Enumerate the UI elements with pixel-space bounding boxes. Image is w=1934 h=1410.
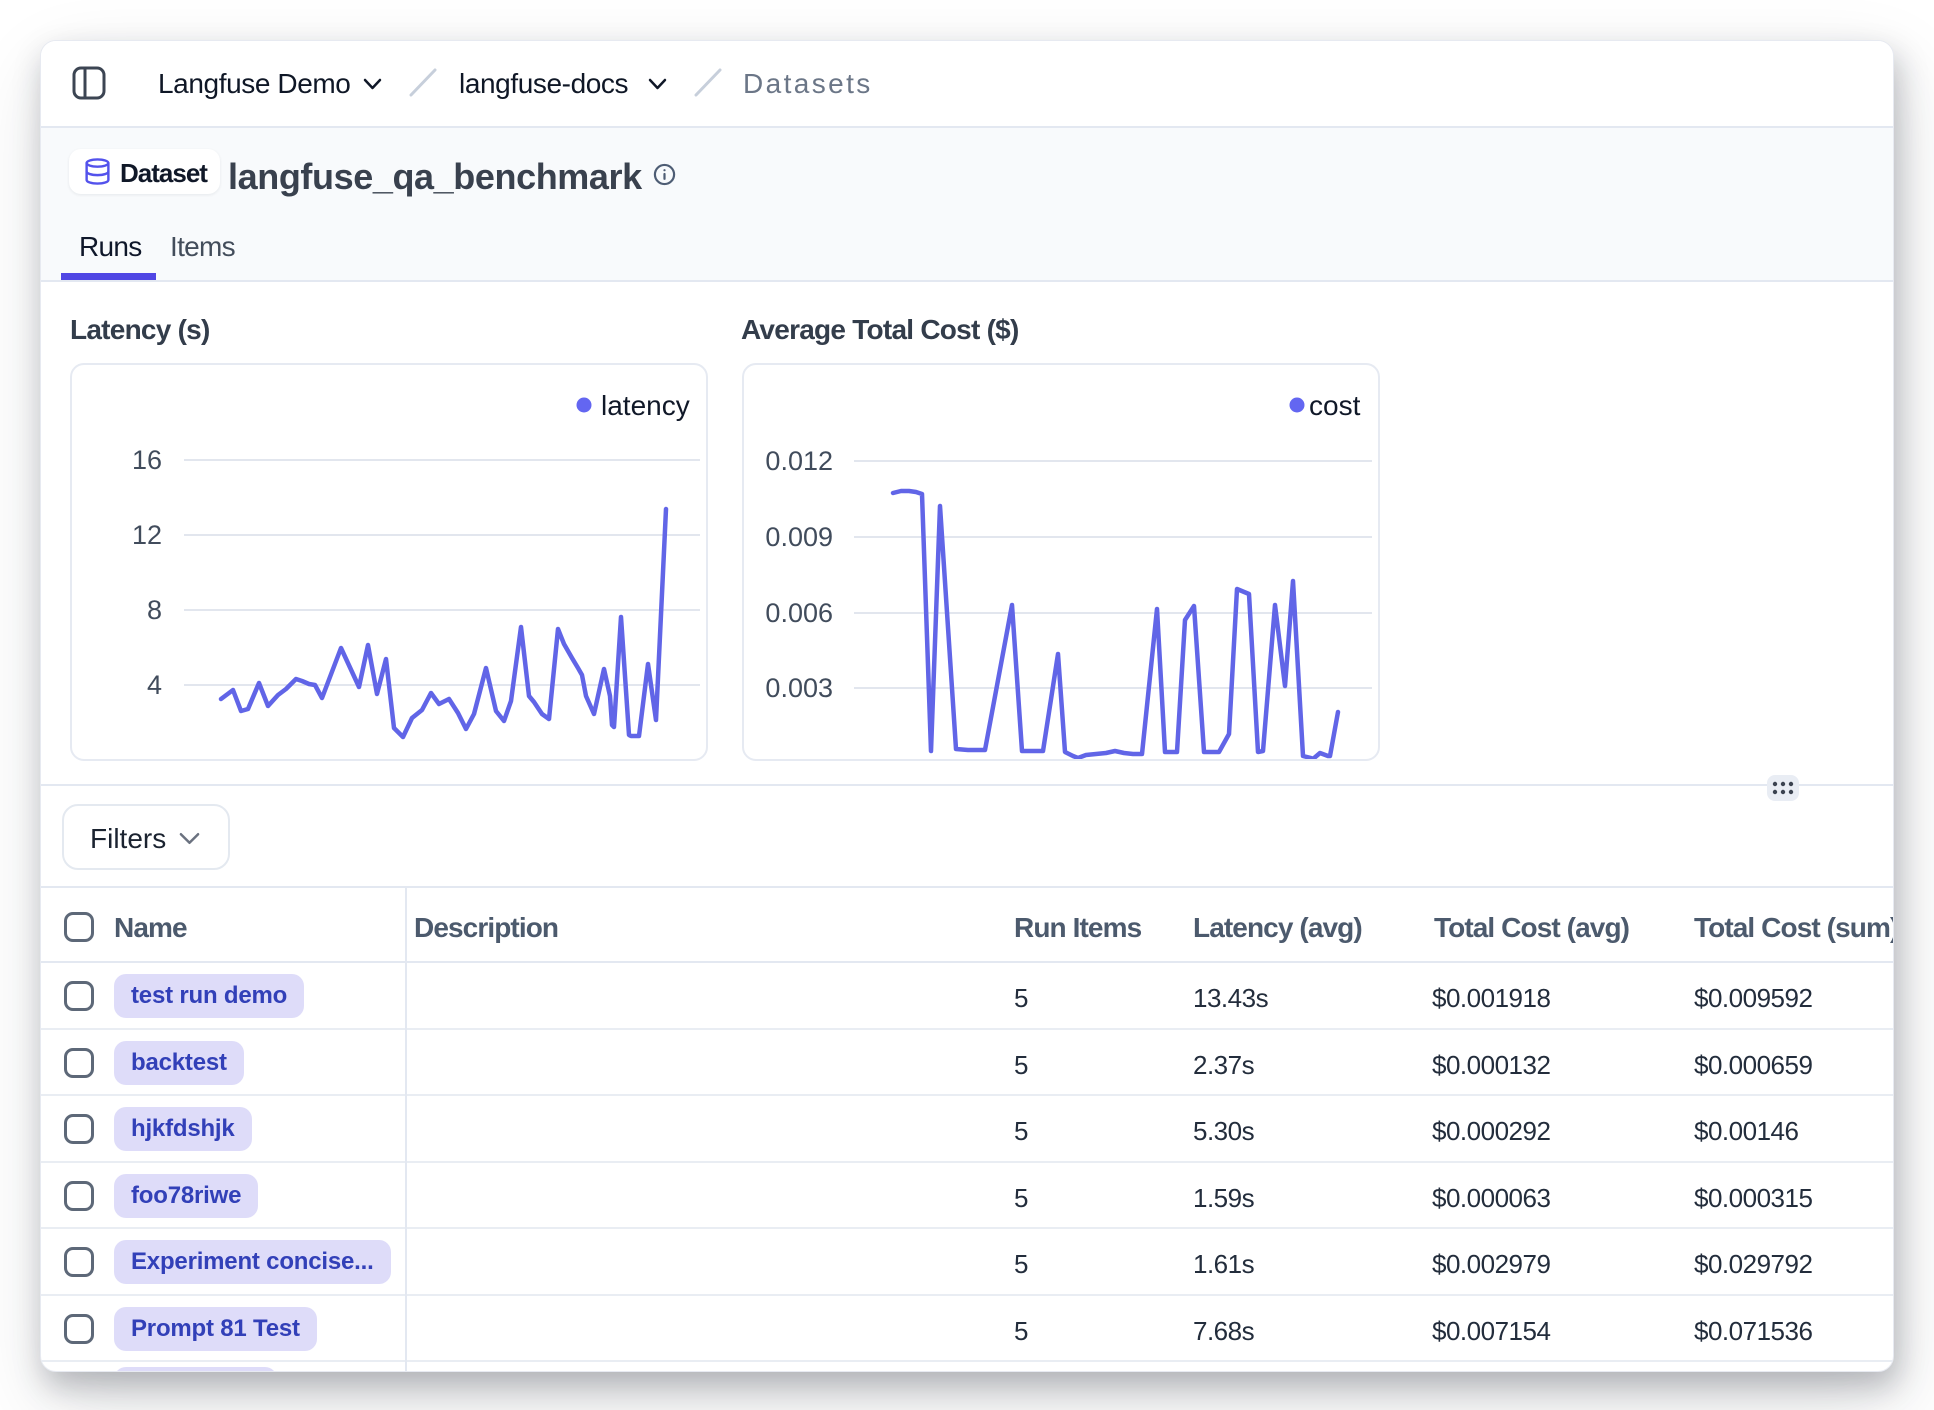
svg-text:0.006: 0.006 bbox=[765, 598, 833, 628]
svg-text:12: 12 bbox=[132, 520, 162, 550]
svg-text:cost: cost bbox=[1309, 390, 1361, 421]
svg-text:0.003: 0.003 bbox=[765, 673, 833, 703]
svg-text:0.012: 0.012 bbox=[765, 446, 833, 476]
svg-text:0.009: 0.009 bbox=[765, 522, 833, 552]
svg-text:8: 8 bbox=[147, 595, 162, 625]
svg-text:latency: latency bbox=[601, 390, 690, 421]
svg-text:4: 4 bbox=[147, 670, 162, 700]
svg-text:16: 16 bbox=[132, 445, 162, 475]
